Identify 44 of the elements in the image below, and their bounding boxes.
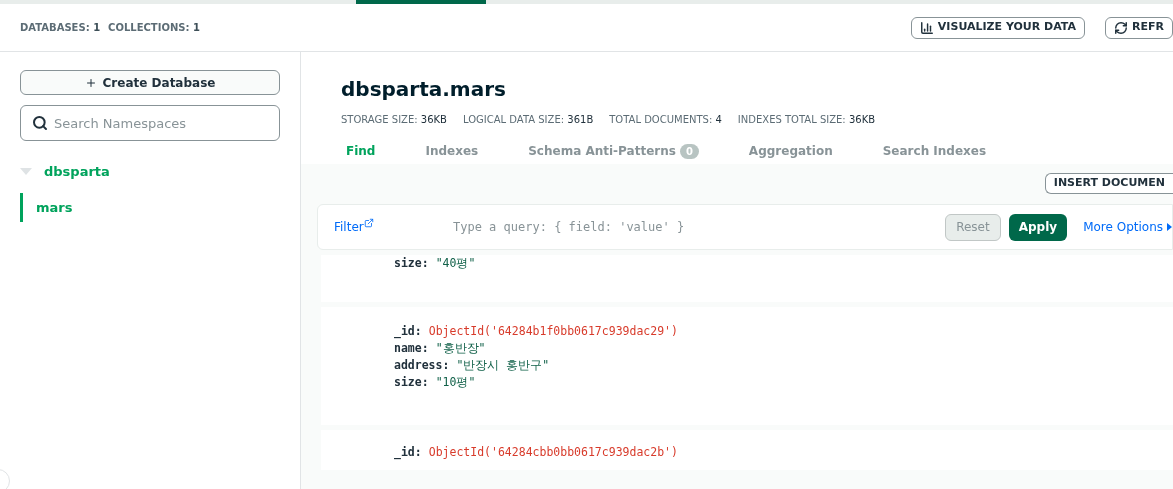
plus-icon [84, 76, 97, 89]
stat-text: INDEXES TOTAL SIZE: 36KB [737, 113, 876, 127]
field-value: ObjectId('64284cbb0bb0617c939dac2b') [428, 444, 678, 461]
caret-right-icon [1167, 223, 1172, 231]
query-field[interactable]: Type a query: { field: 'value' } [453, 218, 946, 236]
refresh-icon [1114, 20, 1129, 35]
stat-text: COLLECTIONS: 1 [108, 21, 200, 35]
stat-text: DATABASES: 1 [20, 21, 101, 35]
bar-chart-icon [919, 20, 934, 35]
create-database-button[interactable]: Create Database [20, 70, 280, 95]
insert-document-button[interactable]: INSERT DOCUMEN [1044, 173, 1173, 194]
field-key: size: [394, 374, 429, 391]
filter-link[interactable]: Filter [334, 218, 453, 236]
reset-button[interactable]: Reset [945, 213, 1001, 241]
field-key: size: [394, 255, 429, 272]
count-badge: 0 [679, 143, 699, 159]
search-icon [32, 115, 48, 131]
field-value: "반장시 홍반구" [456, 357, 550, 374]
field-key: _id: [394, 444, 422, 461]
stat-text: STORAGE SIZE: 36KB [341, 113, 447, 127]
field-key: address: [394, 357, 450, 374]
apply-button[interactable]: Apply [1008, 213, 1068, 241]
collection-title: dbsparta.mars [341, 76, 507, 103]
stat-text: TOTAL DOCUMENTS: 4 [609, 113, 722, 127]
tab[interactable]: Search Indexes [882, 142, 987, 160]
collection-item[interactable]: mars [20, 193, 280, 222]
tab[interactable]: Schema Anti-Patterns 0 [528, 142, 699, 160]
field-value: "홍반장" [435, 340, 486, 357]
header-button[interactable]: REFR [1105, 16, 1173, 39]
field-key: name: [394, 340, 429, 357]
tab[interactable]: Find [346, 142, 376, 160]
search-field[interactable]: Search Namespaces [20, 105, 280, 141]
tab[interactable]: Indexes [425, 142, 479, 160]
external-link-icon [363, 218, 374, 228]
more-options-button[interactable]: More Options [1083, 218, 1172, 236]
tab[interactable]: Aggregation [748, 142, 833, 160]
database-name: dbsparta [44, 163, 110, 182]
header-button[interactable]: VISUALIZE YOUR DATA [910, 16, 1086, 39]
field-value: ObjectId('64284b1f0bb0617c939dac29') [428, 323, 678, 340]
field-value: "40평" [435, 255, 476, 272]
stat-text: LOGICAL DATA SIZE: 361B [462, 113, 594, 127]
tree-item[interactable]: dbsparta [20, 157, 280, 187]
field-key: _id: [394, 323, 422, 340]
field-value: "10평" [435, 374, 476, 391]
